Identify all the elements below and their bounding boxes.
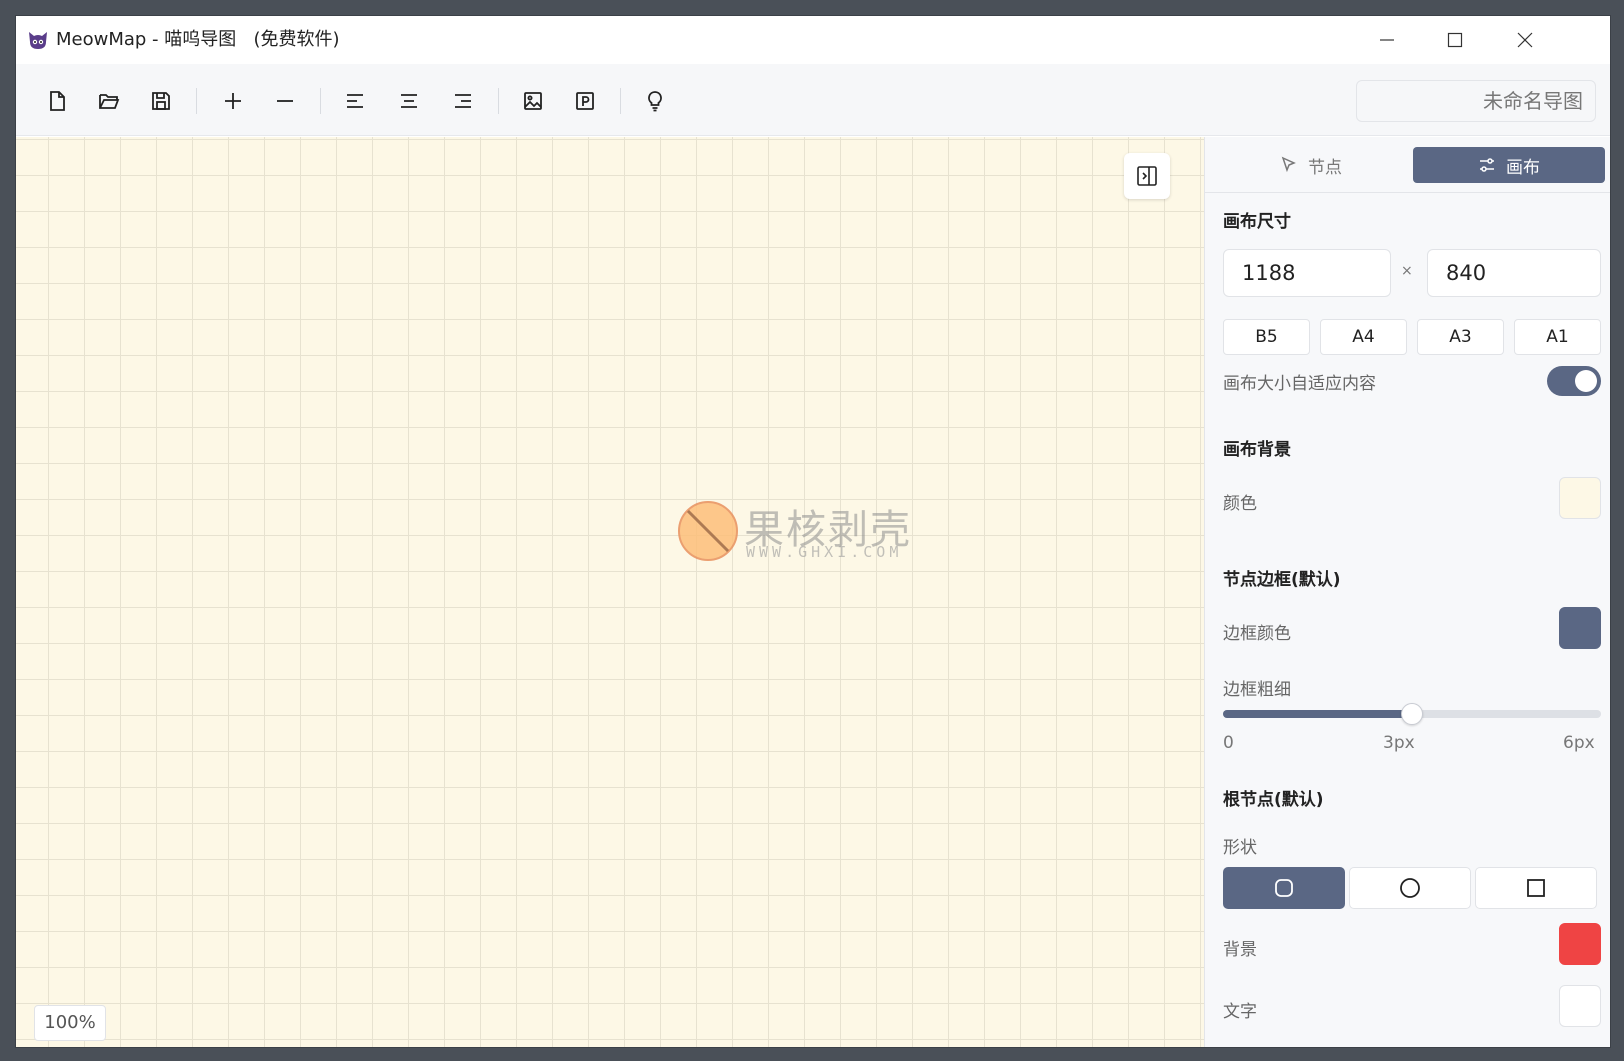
toolbar: 未命名导图 [16,64,1610,136]
watermark-url: WWW.GHXI.COM [746,543,903,561]
tips-button[interactable] [638,84,672,118]
insert-image-icon [524,92,542,110]
panel-collapse-icon [1137,166,1157,186]
slider-fill [1223,710,1412,718]
close-button[interactable] [1490,16,1560,64]
tab-canvas-label: 画布 [1506,157,1540,178]
canvas-width-input[interactable]: 1188 [1223,249,1391,297]
title-bar: MeowMap - 喵呜导图 (免费软件) [16,16,1610,64]
tab-canvas[interactable]: 画布 [1413,147,1605,183]
maximize-button[interactable] [1420,16,1490,64]
toggle-panel-button[interactable] [1124,153,1170,199]
canvas-height-input[interactable]: 840 [1427,249,1601,297]
toolbar-divider [196,88,197,114]
align-right-button[interactable] [446,84,480,118]
open-folder-icon [99,94,120,109]
shape-circle-button[interactable] [1349,867,1471,909]
file-name-field[interactable]: 未命名导图 [1356,80,1596,122]
slider-tick-min: 0 [1223,733,1234,753]
properties-panel: 节点 画布 画布尺寸 1188 × 840 B5 A4 A3 A1 画布大小自适… [1204,137,1610,1047]
auto-fit-toggle[interactable] [1547,366,1601,396]
slider-thumb[interactable] [1401,703,1423,725]
node-border-title: 节点边框(默认) [1223,570,1341,590]
window-title: MeowMap - 喵呜导图 (免费软件) [56,28,339,52]
root-bg-label: 背景 [1223,940,1257,960]
align-left-button[interactable] [338,84,372,118]
sliders-icon [1480,158,1494,172]
preset-b5-button[interactable]: B5 [1223,319,1310,355]
zoom-level[interactable]: 100% [34,1005,106,1041]
close-icon [1517,32,1533,48]
toolbar-divider [620,88,621,114]
export-pdf-icon [576,92,594,110]
shape-rounded-button[interactable] [1223,867,1345,909]
app-name: MeowMap - 喵呜导图 [56,29,237,50]
rounded-rect-icon [1275,879,1293,897]
toolbar-divider [498,88,499,114]
auto-fit-label: 画布大小自适应内容 [1223,374,1376,394]
remove-node-button[interactable] [268,84,302,118]
shape-label: 形状 [1223,838,1257,858]
new-file-button[interactable] [40,84,74,118]
tab-node[interactable]: 节点 [1211,147,1411,183]
align-center-icon [401,94,417,108]
preset-a4-button[interactable]: A4 [1320,319,1407,355]
border-width-slider[interactable] [1223,703,1601,725]
new-file-icon [50,91,65,111]
mindmap-canvas[interactable]: 果核剥壳 WWW.GHXI.COM 100% [16,137,1204,1047]
root-text-swatch[interactable] [1559,985,1601,1027]
shape-square-button[interactable] [1475,867,1597,909]
minus-icon [277,100,293,102]
watermark-logo-icon [678,501,738,561]
panel-tabs: 节点 画布 [1205,137,1610,193]
cursor-icon [1281,156,1296,173]
circle-icon [1400,878,1420,898]
save-icon [152,92,170,110]
canvas-bg-title: 画布背景 [1223,440,1291,460]
preset-a3-button[interactable]: A3 [1417,319,1504,355]
toolbar-divider [320,88,321,114]
app-window: MeowMap - 喵呜导图 (免费软件) 未命名导图 果核剥壳 WWW.GHX… [16,16,1610,1047]
toggle-knob [1575,370,1597,392]
bg-color-label: 颜色 [1223,494,1257,514]
canvas-size-title: 画布尺寸 [1223,212,1291,232]
title-suffix: (免费软件) [253,29,340,50]
border-color-label: 边框颜色 [1223,624,1291,644]
bg-color-swatch[interactable] [1559,477,1601,519]
maximize-icon [1447,32,1463,48]
minimize-icon [1380,39,1394,41]
times-sign: × [1401,263,1413,279]
export-image-button[interactable] [516,84,550,118]
plus-icon [225,93,241,109]
root-bg-swatch[interactable] [1559,923,1601,965]
save-button[interactable] [144,84,178,118]
border-color-swatch[interactable] [1559,607,1601,649]
add-node-button[interactable] [216,84,250,118]
tab-node-label: 节点 [1308,157,1342,178]
align-right-icon [455,94,471,108]
slider-tick-mid: 3px [1383,733,1415,753]
square-icon [1527,879,1545,897]
lightbulb-icon [648,91,662,112]
export-pdf-button[interactable] [568,84,602,118]
align-left-icon [347,94,363,108]
root-node-title: 根节点(默认) [1223,790,1324,810]
border-width-label: 边框粗细 [1223,680,1291,700]
cat-logo-icon [29,32,47,49]
align-center-button[interactable] [392,84,426,118]
preset-a1-button[interactable]: A1 [1514,319,1601,355]
root-text-label: 文字 [1223,1002,1257,1022]
watermark: 果核剥壳 WWW.GHXI.COM [676,497,936,567]
slider-tick-max: 6px [1563,733,1595,753]
minimize-button[interactable] [1352,16,1422,64]
open-file-button[interactable] [92,84,126,118]
